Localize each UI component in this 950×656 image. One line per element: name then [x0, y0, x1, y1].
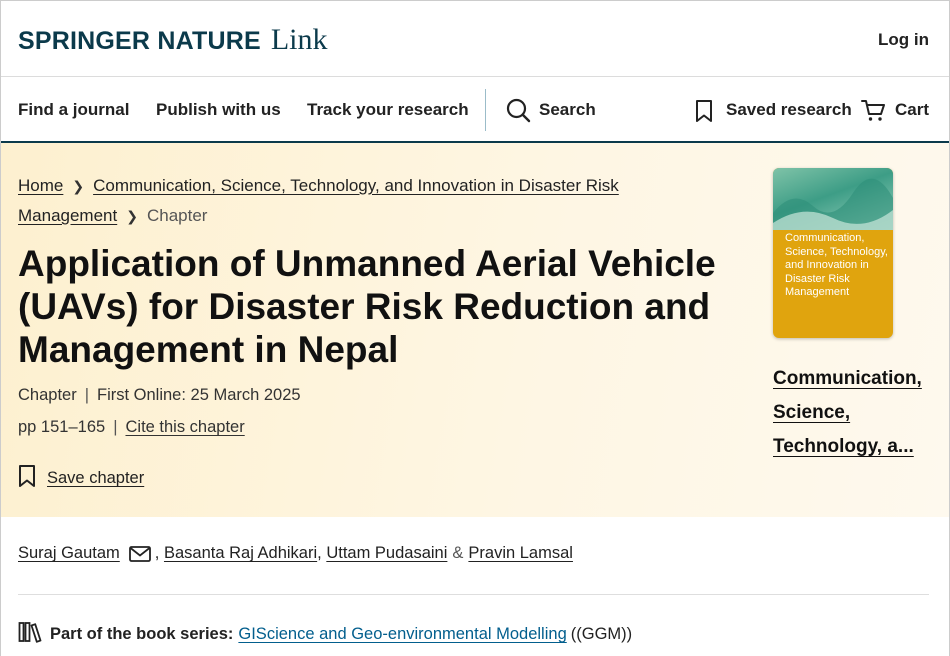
search-icon: [506, 98, 531, 128]
book-series-row: Part of the book series: GIScience and G…: [18, 621, 632, 648]
save-chapter-label: Save chapter: [47, 469, 145, 487]
chapter-pages-row: pp 151–165 | Cite this chapter: [18, 418, 245, 437]
chevron-right-icon: ❯: [126, 208, 138, 224]
cite-chapter-link[interactable]: Cite this chapter: [125, 418, 244, 436]
chapter-title: Application of Unmanned Aerial Vehicle (…: [18, 243, 716, 370]
meta-separator: |: [113, 418, 118, 436]
cart-label: Cart: [895, 100, 930, 119]
content-type: Chapter: [18, 386, 77, 404]
author-link[interactable]: Pravin Lamsal: [468, 544, 573, 563]
chevron-right-icon: ❯: [72, 178, 85, 194]
search-button[interactable]: Search: [506, 77, 601, 143]
cover-artwork: [773, 168, 893, 230]
meta-separator: |: [84, 386, 89, 404]
save-chapter-button[interactable]: Save chapter: [18, 464, 144, 493]
chapter-meta: Chapter | First Online: 25 March 2025: [18, 386, 301, 405]
page: SPRINGER NATURE Link Log in Find a journ…: [0, 0, 950, 656]
book-cover-image[interactable]: Communication, Science, Technology, and …: [773, 168, 893, 338]
main-nav: Find a journal Publish with us Track you…: [1, 77, 949, 143]
login-link[interactable]: Log in: [878, 30, 929, 50]
breadcrumb-book[interactable]: Communication, Science, Technology, and …: [18, 176, 619, 225]
breadcrumb-book-line1: Communication, Science, Technology, and …: [93, 176, 619, 195]
series-link[interactable]: GIScience and Geo-environmental Modellin…: [238, 625, 566, 644]
cart-icon: [861, 98, 886, 128]
author-link[interactable]: Uttam Pudasaini: [326, 544, 447, 563]
author-separator: ,: [317, 544, 327, 562]
nav-divider: [485, 89, 486, 131]
springer-nature-link-logo[interactable]: SPRINGER NATURE Link: [18, 23, 328, 57]
cover-title: Communication, Science, Technology, and …: [785, 232, 888, 298]
section-divider: [18, 594, 929, 595]
top-header: SPRINGER NATURE Link Log in: [1, 1, 949, 77]
page-range: pp 151–165: [18, 418, 106, 436]
saved-research-label: Saved research: [726, 100, 852, 119]
chapter-hero: Home ❯ Communication, Science, Technology,…: [1, 143, 949, 517]
cart-button[interactable]: Cart: [859, 77, 934, 143]
breadcrumb-current: Chapter: [146, 206, 208, 225]
series-label: Part of the book series:: [50, 625, 234, 643]
author-separator: ,: [154, 544, 164, 562]
breadcrumb: Home ❯ Communication, Science, Technology,…: [18, 171, 638, 231]
book-title-link[interactable]: Communication, Science, Technology, a...: [773, 362, 943, 464]
author-list: Suraj Gautam , Basanta Raj Adhikari, Utt…: [18, 544, 573, 563]
saved-research-button[interactable]: Saved research: [693, 77, 852, 143]
bookmark-icon: [18, 464, 36, 493]
brand-sub-text: Link: [270, 23, 328, 56]
nav-publish-with-us[interactable]: Publish with us: [156, 100, 281, 120]
series-abbreviation: ((GGM)): [570, 625, 633, 643]
brand-main-text: SPRINGER NATURE: [18, 27, 261, 55]
breadcrumb-home[interactable]: Home: [18, 176, 63, 195]
search-label: Search: [539, 100, 596, 119]
author-link[interactable]: Basanta Raj Adhikari: [164, 544, 317, 563]
breadcrumb-book-line2: Management: [18, 206, 118, 225]
bookmark-icon: [695, 99, 713, 128]
email-icon[interactable]: [128, 545, 151, 562]
nav-find-journal[interactable]: Find a journal: [18, 100, 129, 120]
author-link[interactable]: Suraj Gautam: [18, 544, 120, 563]
first-online-date: First Online: 25 March 2025: [97, 386, 301, 404]
author-ampersand: &: [452, 544, 464, 562]
nav-track-research[interactable]: Track your research: [307, 100, 469, 120]
books-icon: [18, 621, 42, 648]
